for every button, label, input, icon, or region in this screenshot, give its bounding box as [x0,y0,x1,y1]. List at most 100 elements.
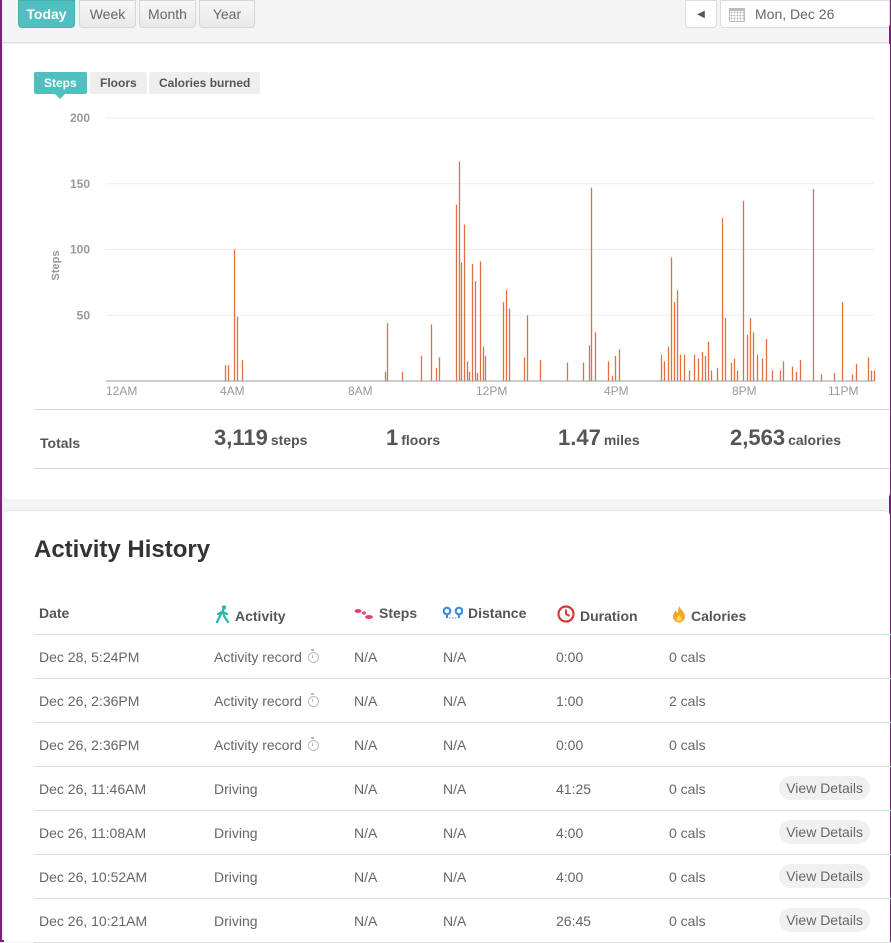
calories-value: 0 cals [669,913,706,929]
calories-value: 0 cals [669,825,706,841]
cell-distance: N/A [443,693,466,709]
total-calories-value: 2,563 [730,425,786,450]
cell-steps: N/A [354,649,377,665]
cell-activity: Driving [214,869,258,885]
activity-value: Driving [214,825,258,841]
steps-value: N/A [354,693,378,709]
calories-value: 0 cals [669,649,706,665]
cell-steps: N/A [354,825,377,841]
column-calories: Calories [672,605,746,624]
view-details-button[interactable]: View Details [779,908,870,932]
view-details-button[interactable]: View Details [779,864,870,888]
column-steps-label: Steps [379,605,418,621]
total-floors-value: 1 [386,425,399,450]
table-row[interactable]: Dec 26, 10:21AM Driving N/A N/A 26:45 0 cals V… [34,899,891,943]
cell-activity: Activity record [214,649,319,665]
table-row[interactable]: Dec 26, 11:08AM Driving N/A N/A 4:00 0 cals Vi… [34,811,891,855]
column-duration: Duration [557,605,638,624]
table-row[interactable]: Dec 26, 2:36PM Activity record N/A N/A 0:00 0… [34,723,891,767]
x-tick-label: 11PM [828,384,858,398]
activity-value: Driving [214,781,258,797]
cell-duration: 26:45 [556,913,591,929]
view-details-button[interactable]: View Details [779,776,870,800]
range-tab-month[interactable]: Month [139,0,196,28]
cell-date: Dec 26, 2:36PM [39,737,139,753]
cell-date: Dec 26, 10:21AM [39,913,147,929]
cell-calories: 0 cals [669,913,706,929]
cell-calories: 0 cals [669,869,706,885]
column-distance-label: Distance [468,605,527,621]
view-details-button[interactable]: View Details [779,820,870,844]
steps-chart: 50 100 150 200 12AM 4AM 8AM 12PM 4PM 8PM 11PM Steps [50,111,876,398]
duration-value: 0:00 [556,649,584,665]
total-distance: 1.47 miles [558,425,640,451]
cell-calories: 0 cals [669,649,706,665]
cell-distance: N/A [443,869,466,885]
activity-history-card: Activity History Date Activity Steps Dis… [4,510,891,943]
cell-date: Dec 26, 11:08AM [39,825,146,841]
y-tick-label: 150 [70,177,90,191]
column-steps: Steps [354,605,417,621]
table-row[interactable]: Dec 28, 5:24PM Activity record N/A N/A 0:00 0… [34,635,891,679]
cell-activity: Driving [214,781,258,797]
table-row[interactable]: Dec 26, 10:52AM Driving N/A N/A 4:00 0 cals Vi… [34,855,891,899]
duration-value: 4:00 [556,869,584,885]
y-tick-label: 50 [77,308,91,322]
table-row[interactable]: Dec 26, 11:46AM Driving N/A N/A 41:25 0 cals V… [34,767,891,811]
total-distance-unit: miles [603,432,640,448]
column-calories-label: Calories [691,608,747,624]
clock-icon [557,605,575,623]
total-steps-value: 3,119 [214,425,268,450]
cell-steps: N/A [354,869,377,885]
x-tick-label: 8PM [732,384,757,398]
cell-duration: 4:00 [556,825,583,841]
steps-value: N/A [354,737,378,753]
duration-value: 1:00 [556,693,584,709]
cell-calories: 0 cals [669,781,706,797]
cell-distance: N/A [443,781,466,797]
activity-value: Activity record [214,693,302,709]
range-tab-week[interactable]: Week [79,0,136,28]
range-tab-today[interactable]: Today [18,0,75,28]
distance-value: N/A [443,781,467,797]
date-value: Dec 26, 2:36PM [39,737,140,753]
calories-value: 0 cals [669,781,706,797]
column-duration-label: Duration [580,608,638,624]
cell-calories: 2 cals [669,693,706,709]
activity-history-title: Activity History [34,536,211,563]
x-tick-label: 4PM [604,384,629,398]
column-activity: Activity [216,605,286,624]
total-distance-value: 1.47 [558,425,601,450]
map-pins-icon [443,606,463,619]
cell-date: Dec 26, 11:46AM [39,781,146,797]
total-steps: 3,119 steps [214,425,307,451]
cell-activity: Activity record [214,737,319,753]
column-date: Date [39,605,70,621]
cell-duration: 4:00 [556,869,583,885]
distance-value: N/A [443,913,467,929]
x-tick-label: 4AM [220,384,245,398]
cell-duration: 0:00 [556,737,583,753]
cell-date: Dec 26, 2:36PM [39,693,139,709]
activity-value: Activity record [214,649,302,665]
date-value: Dec 26, 2:36PM [39,693,140,709]
distance-value: N/A [443,693,467,709]
distance-value: N/A [443,825,467,841]
steps-value: N/A [354,649,378,665]
range-tab-year[interactable]: Year [199,0,255,28]
previous-date-button[interactable]: ◀ [685,0,717,28]
cell-steps: N/A [354,913,377,929]
duration-value: 26:45 [556,913,592,929]
date-value: Dec 26, 11:08AM [39,825,147,841]
stopwatch-icon [307,649,319,663]
steps-value: N/A [354,825,378,841]
date-value: Dec 26, 11:46AM [39,781,147,797]
stopwatch-icon [307,693,319,707]
daily-summary-card: Steps Floors Calories burned 50 100 150 200… [4,44,890,499]
y-tick-label: 100 [70,243,90,257]
distance-value: N/A [443,869,467,885]
table-row[interactable]: Dec 26, 2:36PM Activity record N/A N/A 1:00 2… [34,679,891,723]
duration-value: 0:00 [556,737,584,753]
x-tick-label: 8AM [348,384,373,398]
date-picker[interactable]: Mon, Dec 26 [720,0,890,28]
